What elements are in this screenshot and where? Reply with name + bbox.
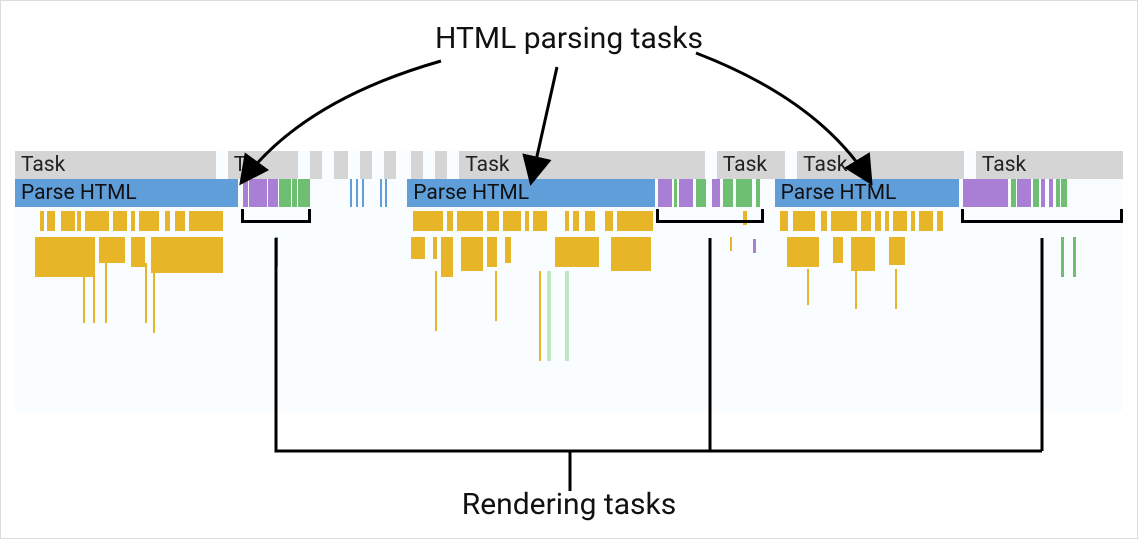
profiler-chart: TaskT…TaskTaskTaskTask Parse HTMLParse H…: [15, 151, 1123, 411]
task-row: Task T… Task Task Task Task: [15, 151, 1123, 179]
task-block: [411, 151, 423, 179]
render-task-bar: [756, 179, 760, 207]
task-block: [322, 151, 334, 179]
render-task-bar: [268, 179, 278, 207]
bottom-label: Rendering tasks: [462, 487, 676, 522]
render-task-bar: [385, 179, 387, 207]
render-task-bar: [736, 179, 752, 207]
task-block: [216, 151, 228, 179]
render-task-bar: [1056, 179, 1060, 207]
flame-detail-area: [15, 211, 1123, 411]
task-block: [964, 151, 976, 179]
parse-html-block: Parse HTML: [15, 179, 238, 207]
task-block: [705, 151, 717, 179]
task-block: Task: [15, 151, 216, 179]
parse-row: Parse HTML Parse HTML Parse HTML: [15, 179, 1123, 207]
task-block: [396, 151, 412, 179]
render-task-bar: [723, 179, 733, 207]
task-block: [334, 151, 348, 179]
top-label: HTML parsing tasks: [435, 21, 703, 56]
render-task-bar: [712, 179, 720, 207]
bracket: [656, 209, 764, 223]
task-block: Task: [459, 151, 705, 179]
task-block: Task: [717, 151, 785, 179]
render-task-bar: [350, 179, 352, 207]
render-task-bar: [243, 179, 248, 207]
bracket: [241, 209, 311, 223]
task-block: T…: [228, 151, 298, 179]
task-block: [348, 151, 360, 179]
render-task-bar: [380, 179, 382, 207]
task-block: [435, 151, 447, 179]
task-block: [447, 151, 459, 179]
task-block: [372, 151, 384, 179]
task-block: [310, 151, 322, 179]
render-task-bar: [362, 179, 364, 207]
render-task-bar: [963, 179, 1008, 207]
task-block: [785, 151, 797, 179]
render-task-bar: [696, 179, 706, 207]
render-task-bar: [1011, 179, 1016, 207]
task-block: [298, 151, 310, 179]
render-task-bar: [356, 179, 358, 207]
render-task-bar: [1061, 179, 1067, 207]
task-block: [423, 151, 435, 179]
parse-html-block: Parse HTML: [775, 179, 960, 207]
render-task-bar: [1041, 179, 1045, 207]
task-block: Task: [797, 151, 964, 179]
render-task-bar: [298, 179, 310, 207]
task-block: [360, 151, 372, 179]
render-task-bar: [679, 179, 693, 207]
render-task-bar: [1017, 179, 1031, 207]
render-task-bar: [658, 179, 672, 207]
render-task-bar: [1049, 179, 1053, 207]
task-block: [384, 151, 396, 179]
render-task-bar: [279, 179, 291, 207]
render-task-bar: [674, 179, 677, 207]
bracket: [961, 209, 1123, 223]
render-task-bar: [249, 179, 267, 207]
render-task-bar: [292, 179, 297, 207]
render-task-bar: [1033, 179, 1039, 207]
task-block: Task: [976, 151, 1123, 179]
parse-html-block: Parse HTML: [407, 179, 655, 207]
